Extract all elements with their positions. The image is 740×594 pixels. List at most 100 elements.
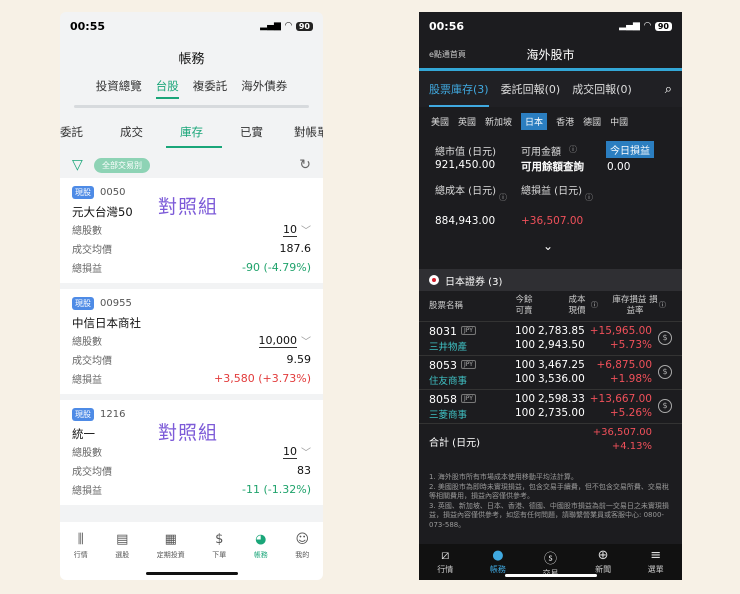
holding-card[interactable]: 現股 00955 中信日本商社 總股數 10,000 ﹀ 成交均價 9.59 總損益 +3… (60, 289, 323, 400)
main-tabs: 投資總覽 台股 複委託 海外債券 (60, 78, 323, 99)
pl-value: +3,580 (+3.73%) (214, 372, 311, 385)
qty-sellable: 100 (515, 339, 536, 351)
user-icon: ☺ (295, 532, 310, 547)
table-row[interactable]: 8053 JPY 住友商事 100 100 3,467.25 3,536.00 … (419, 355, 682, 389)
info-icon[interactable]: ⓘ (499, 192, 507, 203)
position-pl: +15,965.00 (589, 325, 652, 337)
market-uk[interactable]: 英國 (458, 115, 476, 128)
nav-quotes[interactable]: ⫼ 行情 (74, 532, 88, 580)
nav-quotes[interactable]: ⧄ 行情 (437, 548, 453, 575)
overlay-label: 對照組 (158, 196, 219, 218)
cost-price: 3,467.25 (538, 359, 585, 371)
nav-account[interactable]: ◕ 帳務 (254, 532, 268, 580)
document-chart-icon: ▤ (116, 532, 129, 547)
market-us[interactable]: 美國 (431, 115, 449, 128)
shares-label: 總股數 (72, 226, 102, 237)
summary-panel: 總市值 (日元) 921,450.00 可用金額 ⓘ 可用餘額查詢 今日損益 0… (419, 135, 682, 265)
avg-price-label: 成交均價 (72, 356, 112, 367)
subtab-inventory[interactable]: 庫存 (180, 124, 203, 140)
subtab-fills[interactable]: 成交 (120, 124, 143, 140)
trade-dollar-icon[interactable]: $ (658, 365, 672, 379)
trade-dollar-icon[interactable]: $ (658, 399, 672, 413)
filter-icon[interactable]: ▽ (72, 158, 86, 172)
nav-account[interactable]: ● 帳務 (490, 548, 506, 575)
japan-flag-icon (429, 275, 439, 285)
tab-stock-inventory[interactable]: 股票庫存(3) (429, 81, 489, 97)
market-sg[interactable]: 新加坡 (485, 115, 512, 128)
market-de[interactable]: 德國 (583, 115, 601, 128)
market-hk[interactable]: 香港 (556, 115, 574, 128)
pl-label: 總損益 (72, 375, 102, 386)
cash-badge: 現股 (72, 186, 94, 199)
subtab-orders[interactable]: 委託 (60, 124, 83, 140)
col-name: 股票名稱 (429, 301, 464, 311)
tab-order-report[interactable]: 委託回報(0) (501, 81, 561, 97)
info-icon[interactable]: ⓘ (591, 300, 598, 311)
pl-label: 總損益 (72, 264, 102, 275)
nav-menu[interactable]: ≡ 選單 (648, 548, 664, 575)
info-icon[interactable]: ⓘ (659, 300, 666, 311)
tab-fill-report[interactable]: 成交回報(0) (572, 81, 632, 97)
stock-name: 三井物產 (429, 342, 468, 353)
right-phone-screen: 00:56 ▂▄▆ ◠ 90 e點通首頁 海外股市 股票庫存(3) 委託回報(0… (419, 12, 682, 580)
chevron-down-icon[interactable]: ﹀ (301, 222, 311, 237)
search-icon[interactable]: ⌕ (665, 82, 672, 97)
sub-tabs: 委託 成交 庫存 已實 對帳單 (60, 124, 323, 148)
tab-overseas-bond[interactable]: 海外債券 (241, 78, 287, 99)
tab-tw-stock[interactable]: 台股 (155, 78, 179, 99)
pl-label: 總損益 (72, 486, 102, 497)
market-jp[interactable]: 日本 (521, 112, 548, 130)
total-cost-label: 總成本 (日元) (435, 186, 496, 197)
info-icon[interactable]: ⓘ (585, 192, 593, 203)
current-price: 2,943.50 (538, 339, 585, 351)
globe-icon: ⊕ (597, 548, 609, 563)
subtab-statement[interactable]: 對帳單 (294, 124, 323, 140)
chevron-down-icon[interactable]: ﹀ (301, 333, 311, 348)
refresh-icon[interactable]: ↻ (299, 157, 311, 173)
pie-chart-icon: ◕ (255, 532, 267, 547)
stock-code: 1216 (100, 409, 126, 420)
shares-label: 總股數 (72, 448, 102, 459)
section-title: 日本證券 (3) (445, 276, 503, 288)
market-cn[interactable]: 中國 (610, 115, 628, 128)
available-query-link[interactable]: 可用餘額查詢 (521, 159, 584, 174)
avg-price-value: 83 (297, 464, 311, 477)
position-pl: +13,667.00 (589, 393, 652, 405)
back-home-link[interactable]: e點通首頁 (429, 49, 466, 60)
status-bar: 00:56 ▂▄▆ ◠ 90 (419, 12, 682, 40)
home-indicator (505, 574, 597, 577)
table-row[interactable]: 8058 JPY 三菱商事 100 100 2,598.33 2,735.00 … (419, 389, 682, 423)
dollar-icon: ⓢ (543, 552, 557, 567)
menu-icon: ≡ (650, 548, 662, 563)
tab-sub-brokerage[interactable]: 複委託 (193, 78, 228, 99)
holding-card[interactable]: 現股 1216 統一 對照組 總股數 10 ﹀ 成交均價 83 總損益 -11 (-1.3… (60, 400, 323, 511)
qty-remaining: 100 (515, 393, 536, 405)
pl-value: -11 (-1.32%) (242, 483, 311, 496)
tab-overview[interactable]: 投資總覽 (96, 78, 142, 99)
subtab-realized[interactable]: 已實 (240, 124, 263, 140)
calendar-icon: ▦ (164, 532, 177, 547)
info-icon[interactable]: ⓘ (569, 144, 577, 155)
cash-badge: 現股 (72, 408, 94, 421)
chevron-down-icon[interactable]: ⌄ (543, 239, 553, 253)
chevron-down-icon[interactable]: ﹀ (301, 444, 311, 459)
total-pl-rate: +4.13% (611, 441, 652, 452)
qty-sellable: 100 (515, 407, 536, 419)
stock-code: 00955 (100, 298, 132, 309)
stock-code: 0050 (100, 187, 126, 198)
holding-card[interactable]: 現股 0050 元大台灣50 對照組 總股數 10 ﹀ 成交均價 187.6 總損益 -9… (60, 178, 323, 289)
nav-news[interactable]: ⊕ 新聞 (595, 548, 611, 575)
tab-scroll-track (74, 105, 309, 108)
tabs: 股票庫存(3) 委託回報(0) 成交回報(0) ⌕ (419, 71, 682, 107)
trade-dollar-icon[interactable]: $ (658, 331, 672, 345)
table-row[interactable]: 8031 JPY 三井物產 100 100 2,783.85 2,943.50 … (419, 321, 682, 355)
dollar-icon: $ (215, 532, 224, 547)
filter-chip[interactable]: 全部交易別 (94, 157, 150, 173)
nav-profile[interactable]: ☺ 我的 (295, 532, 309, 580)
total-row: 合計 (日元) +36,507.00 +4.13% (419, 423, 682, 457)
home-indicator (146, 572, 238, 575)
nav-stock-picker[interactable]: ▤ 選股 (115, 532, 129, 580)
battery-icon: 90 (654, 21, 672, 31)
status-bar: 00:55 ▂▄▆ ◠ 90 (60, 12, 323, 40)
overlay-label: 對照組 (158, 422, 219, 444)
